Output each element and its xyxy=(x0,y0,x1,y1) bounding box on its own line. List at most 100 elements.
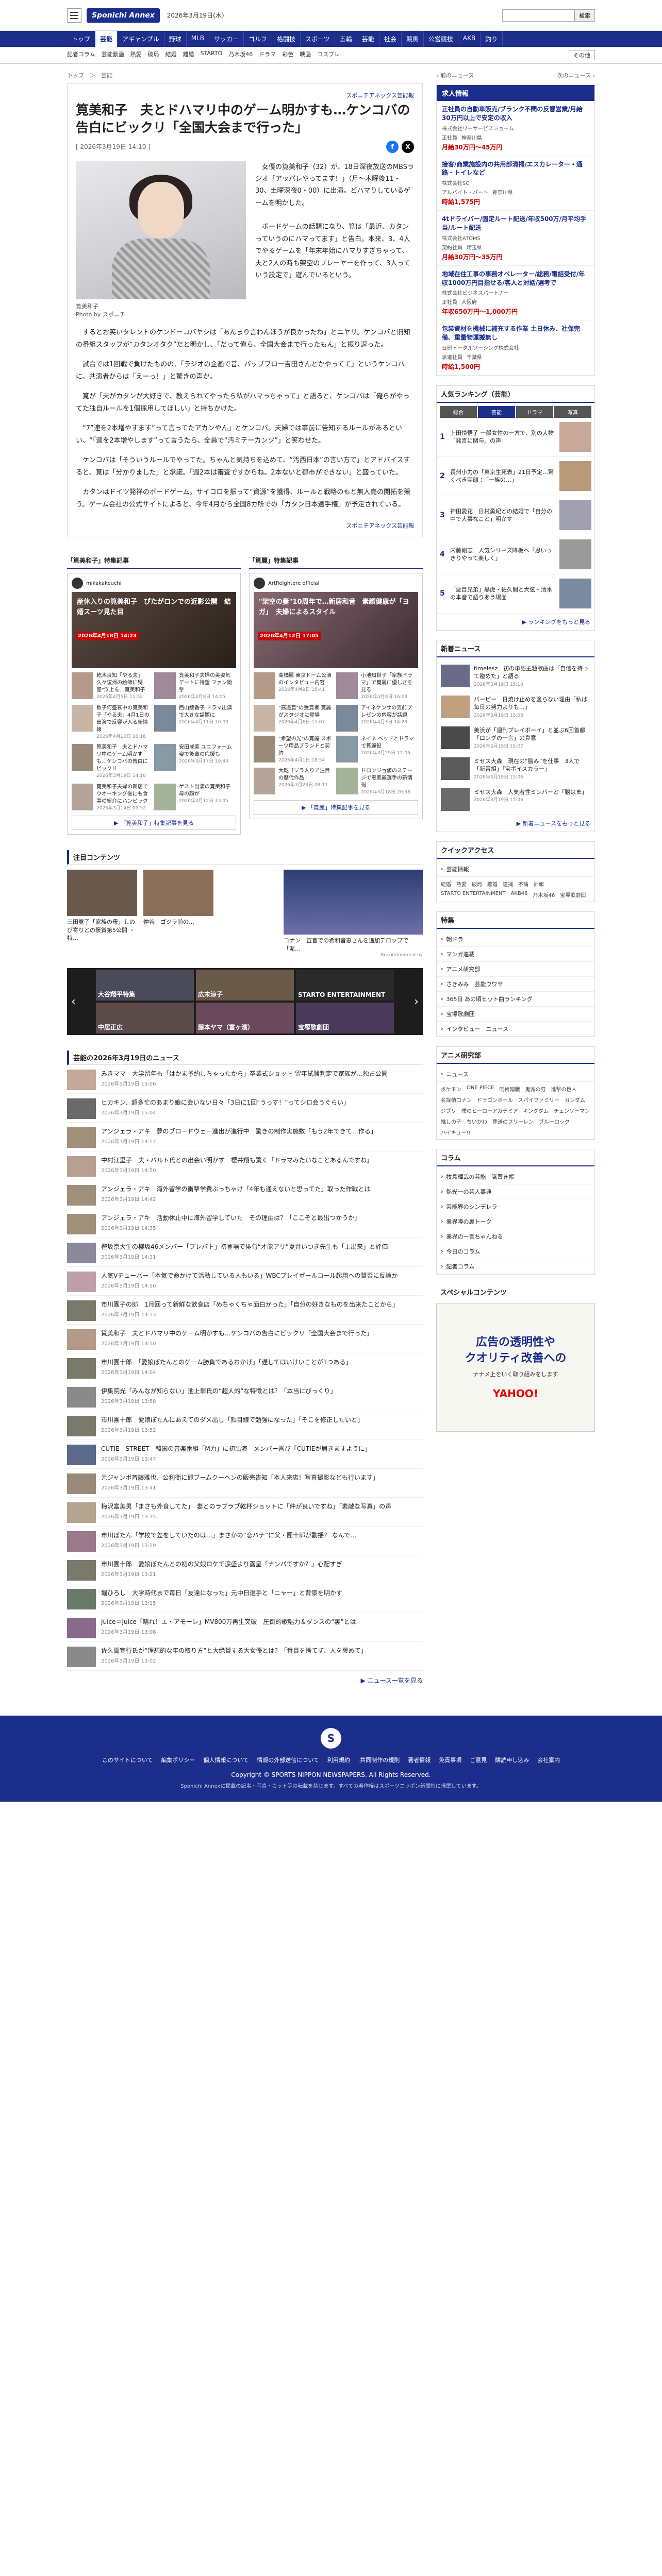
sponsored-item[interactable]: コナン 宣言での希和音恵さんを追加デロップで「泥… Recommended by xyxy=(284,870,423,958)
side-link[interactable]: 宝塚歌劇団 xyxy=(437,1007,594,1022)
news-item[interactable]: 佐久間宣行氏が“理想的な年の取り方”と大絶賛する大女優とは？「番目を捨てず、人を… xyxy=(67,1642,423,1671)
side-link[interactable]: 熱光一の芸人事典 xyxy=(437,1184,594,1199)
side-tag[interactable]: 乃木坂46 xyxy=(533,891,555,899)
side-link[interactable]: 牧島輝哉の芸能 箸置き帳 xyxy=(437,1170,594,1184)
feature-account[interactable]: mikakakeuchi xyxy=(72,578,236,589)
news-item[interactable]: ヒカキン、超多忙のあまり娘に会いない日々「3日に1回“うっす！”ってシロ会うぐら… xyxy=(67,1094,423,1123)
gnav-item[interactable]: サッカー xyxy=(209,31,244,47)
breadcrumb[interactable]: トップ ＞ 芸能 xyxy=(67,71,423,79)
feature-list-item[interactable]: 安田成美 ユニフォーム姿で後輩の応援も 2026年3月17日 19:43 xyxy=(154,744,233,779)
gnav-item[interactable]: スポーツ xyxy=(301,31,335,47)
new-news-item[interactable]: ミセス大森 人気者性ミンバーと「脳はま」 2026年3月19日 15:06 xyxy=(437,784,594,815)
feature-list-item[interactable]: ゲスト出演の筧美和子 母の顔が 2026年3月12日 13:05 xyxy=(154,783,233,812)
gnav-item[interactable]: 芸能 xyxy=(357,31,379,47)
footer-logo[interactable]: S xyxy=(321,1728,341,1749)
feature-list-item[interactable]: 高橋麗 東京ドーム公演のインタビュー内容 2026年4月9日 15:41 xyxy=(254,672,332,701)
ranking-item[interactable]: 1 上田慎悟子 一般女性の一方で、別の大物「発言に関与」の声 xyxy=(437,418,594,457)
gnav-item[interactable]: 競馬 xyxy=(402,31,424,47)
side-tag[interactable]: 宝塚歌劇団 xyxy=(560,891,586,899)
facebook-share-icon[interactable]: f xyxy=(386,140,399,153)
side-tag[interactable]: 離婚 xyxy=(487,880,498,888)
news-item[interactable]: 伊集院光「みんなが知らない」池上彰氏の“超人的”な特徴とは？「本当にびっくり」 2… xyxy=(67,1382,423,1412)
gnav-item[interactable]: MLB xyxy=(187,31,209,47)
news-item[interactable]: アンジェラ・アキ 夢のブロードウェー進出が進行中 驚きの制作実施数「もう2年でき… xyxy=(67,1123,423,1152)
attention-item[interactable]: 三田寛子「家族の母」しのび寄りとの褒賞第5公開 ・特… xyxy=(67,870,137,958)
side-tag[interactable]: 僕のヒーローアカデミア xyxy=(461,1107,518,1114)
subnav-item[interactable]: 映画 xyxy=(300,50,311,60)
ranking-tab[interactable]: 芸能 xyxy=(478,405,515,418)
gnav-item[interactable]: ゴルフ xyxy=(244,31,272,47)
side-link[interactable]: ニュース xyxy=(437,1067,594,1082)
feature-list-item[interactable]: "高遠賞"の受賞者 筧麗がスタジオに登場 2026年4月6日 11:07 xyxy=(254,704,332,732)
job-item[interactable]: 接客/商業施設内の共用部清掃/エスカレーター・通路・トイレなど 株式会社SC アルバ… xyxy=(437,156,594,211)
side-tag[interactable]: 破局 xyxy=(472,880,482,888)
feature-list-item[interactable]: ネイネ ベッドとドラマで筧麗役 2026年3月29日 12:06 xyxy=(336,735,415,764)
feature-list-item[interactable]: "希望の光"の筧麗 スポーツ用品ブランドと契約 2026年4月1日 18:54 xyxy=(254,735,332,764)
side-tag[interactable]: キングダム xyxy=(523,1107,549,1114)
gnav-item[interactable]: 格闘技 xyxy=(272,31,301,47)
site-logo[interactable]: Sponichi Annex xyxy=(87,8,160,23)
footer-link[interactable]: 利用規約 xyxy=(327,1756,350,1764)
ranking-tab[interactable]: 総合 xyxy=(440,405,477,418)
footer-link[interactable]: .共同制作の規則 xyxy=(358,1756,400,1764)
footer-link[interactable]: 会社案内 xyxy=(537,1756,560,1764)
job-item[interactable]: 4tドライバー/固定ルート配送/年収500万/月平均手当/ルート配送 株式会社AT… xyxy=(437,211,594,266)
side-tag[interactable]: ハイキュー!! xyxy=(441,1128,471,1136)
side-link[interactable]: インタビュー ニュース xyxy=(437,1022,594,1037)
feature-hero[interactable]: 産休入りの筧美和子 ぴたがロンでの近影公開 結婚スーツ見た目 2026年4月18日… xyxy=(72,592,236,669)
prev-news-link[interactable]: ‹ 前のニュース xyxy=(436,71,474,79)
side-link[interactable]: マンガ連載 xyxy=(437,947,594,962)
side-tag[interactable]: 推しの子 xyxy=(441,1117,461,1125)
side-link[interactable]: アニメ研究部 xyxy=(437,962,594,977)
ranking-more-link[interactable]: ▶ ランキングをもっと見る xyxy=(437,614,594,630)
side-tag[interactable]: 訃報 xyxy=(534,880,544,888)
new-news-item[interactable]: timelesz 初の単語主題歌曲は「自信を持って臨めた」と語る 2026年3月1… xyxy=(437,660,594,691)
carousel-tile[interactable]: 藤本ヤマ（富ヶ濱） xyxy=(196,1003,294,1034)
advertisement[interactable]: 広告の透明性や クオリティ改善への ナナメ上をいく取り組みをします YAHOO! xyxy=(436,1302,595,1432)
feature-more-button[interactable]: ▶ 「筧美和子」特集記事を見る xyxy=(72,816,236,831)
ranking-tab[interactable]: 写真 xyxy=(554,405,591,418)
footer-link[interactable]: このサイトについて xyxy=(102,1756,153,1764)
feature-list-item[interactable]: 筧美和子 夫とドハマリ中のゲーム明かすも…ケンコバの告白にビックリ 2026年3月… xyxy=(72,744,150,779)
new-news-item[interactable]: ミセス大森 現在の“脳み”を仕事 3人で「新番組」「宝ボイスカラー」 2026年3… xyxy=(437,753,594,784)
feature-list-item[interactable]: 西山綾香子 ドラマ出演で大きな話題に 2026年4月11日 10:09 xyxy=(154,704,233,740)
side-tag[interactable]: 不倫 xyxy=(518,880,528,888)
side-tag[interactable]: AKB48 xyxy=(510,891,527,899)
job-item[interactable]: 地域在住工事の事務オペレーター/総務/電話受付/年収1000万円目指せる/客人と… xyxy=(437,266,594,321)
side-tag[interactable]: STARTO ENTERTAINMENT xyxy=(441,891,505,899)
feature-list-item[interactable]: 筧美和子夫婦の新居で ウオーキング後にも食事の紹介にハンピック 2026年3月14… xyxy=(72,783,150,812)
new-news-item[interactable]: パーピー 日焼け止めを塗らない理由「私は毎日の努力よりも…」 2026年3月19日… xyxy=(437,691,594,722)
gnav-item[interactable]: 芸能 xyxy=(95,31,118,47)
gnav-item[interactable]: 社会 xyxy=(379,31,402,47)
feature-list-item[interactable]: 筧美和子夫婦の美姿気デートに待望 ファン衝撃 2026年4月8日 14:05 xyxy=(154,672,233,701)
news-item[interactable]: 中村江里子 夫・バルト氏との出会い明かす 櫻井翔も驚く「ドラマみたいなことあるん… xyxy=(67,1151,423,1181)
carousel-tile[interactable]: 中居正広 xyxy=(96,1003,194,1034)
side-tag[interactable]: 結婚 xyxy=(441,880,451,888)
news-item[interactable]: CUTIE STREET 韓国の音楽番組「M力」に初出演 メンバー喜び「CUTI… xyxy=(67,1440,423,1469)
news-item[interactable]: 市川團十郎 「愛娘ぼたんとのゲーム勝負であるおかげ」「遅してはいけいことが1つあ… xyxy=(67,1353,423,1383)
subnav-item[interactable]: 乃木坂46 xyxy=(228,50,253,60)
carousel-tile[interactable]: STARTO ENTERTAINMENT xyxy=(296,970,394,1001)
subnav-item[interactable]: ドラマ xyxy=(259,50,276,60)
gnav-item[interactable]: 野球 xyxy=(164,31,187,47)
side-link[interactable]: 365日 あの頃ヒット曲ランキング xyxy=(437,992,594,1007)
news-item[interactable]: 市川團十郎 愛娘ぼたんとの初の父娘ロケで涙盛より露呈「ナンパですか？」心配すぎ 2… xyxy=(67,1555,423,1585)
side-tag[interactable]: 鬼滅の刃 xyxy=(525,1085,545,1093)
feature-list-item[interactable]: 乾木良知「やる夫」久々復帰の絵師に疑惑"浮上を…筧美和子 2026年4月5日 11… xyxy=(72,672,150,701)
carousel-tile[interactable]: 広末涼子 xyxy=(196,970,294,1001)
feature-list-item[interactable]: アイネケンサの男前プレゼンの内容が話題 2026年4月3日 14:23 xyxy=(336,704,415,732)
news-item[interactable]: アンジェラ・アキ 活動休止中に海外留学していた その理由は？「ここぞと最出つかう… xyxy=(67,1209,423,1239)
side-tag[interactable]: ポケモン xyxy=(441,1085,461,1093)
subnav-item[interactable]: 記者コラム xyxy=(67,50,95,60)
next-news-link[interactable]: 次のニュース › xyxy=(557,71,595,79)
feature-list-item[interactable]: 大乾ゴジラ入りで注目の歴代作品 2026年3月23日 08:11 xyxy=(254,768,332,796)
side-tag[interactable]: 呪術廻戦 xyxy=(499,1085,520,1093)
side-tag[interactable]: ガンダム xyxy=(565,1096,585,1104)
news-item[interactable]: みきママ 大学留年も「はかま予約しちゃったから」卒業式ショット 留年試験判定で家… xyxy=(67,1065,423,1094)
news-item[interactable]: 堀ひろし 大学時代まで毎日「友達になった」元中日選手と「ニャー」と背景を明かす 2… xyxy=(67,1584,423,1614)
news-item[interactable]: 人気Vチューバー「本気で命かけて活動している人もいる」WBCプレイボールコール起… xyxy=(67,1267,423,1296)
news-item[interactable]: 元ジャンポ斉藤雅也、公利衡に即ブームクーヘンの販売告知「本人来店！写真撮影なども… xyxy=(67,1469,423,1498)
ranking-item[interactable]: 5 「悪目兄弟」黒虎・佐久間と大弦・清水の本音で語りあう場面 xyxy=(437,574,594,614)
carousel-next-icon[interactable]: › xyxy=(414,995,419,1008)
side-link[interactable]: 業界の一言ちゃんねる xyxy=(437,1229,594,1244)
